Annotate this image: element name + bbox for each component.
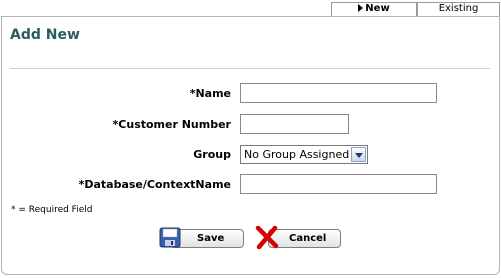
- customer-number-input[interactable]: [240, 114, 349, 134]
- tab-new[interactable]: New: [331, 2, 417, 16]
- page-title: Add New: [10, 27, 80, 43]
- group-label: Group: [193, 148, 231, 161]
- divider: [10, 68, 490, 69]
- database-label: *Database/ContextName: [78, 178, 231, 191]
- chevron-down-icon[interactable]: [351, 147, 366, 162]
- name-label: *Name: [189, 87, 231, 100]
- customer-number-label: *Customer Number: [112, 118, 231, 131]
- group-select-value: No Group Assigned: [244, 148, 350, 161]
- tab-existing[interactable]: Existing: [417, 2, 500, 16]
- tab-existing-label: Existing: [438, 3, 479, 14]
- database-context-input[interactable]: [240, 174, 437, 194]
- tab-new-label: New: [365, 3, 390, 14]
- cancel-button-label: Cancel: [289, 233, 327, 244]
- floppy-disk-icon: [159, 227, 181, 248]
- save-button[interactable]: Save: [170, 229, 244, 248]
- name-input[interactable]: [240, 83, 437, 103]
- add-new-dialog: New Existing Add New *Name *Customer Num…: [0, 0, 501, 278]
- red-x-icon: [255, 225, 279, 249]
- group-select[interactable]: No Group Assigned: [240, 145, 368, 164]
- save-button-label: Save: [197, 233, 225, 244]
- arrow-right-icon: [358, 4, 364, 12]
- required-field-note: * = Required Field: [11, 205, 93, 215]
